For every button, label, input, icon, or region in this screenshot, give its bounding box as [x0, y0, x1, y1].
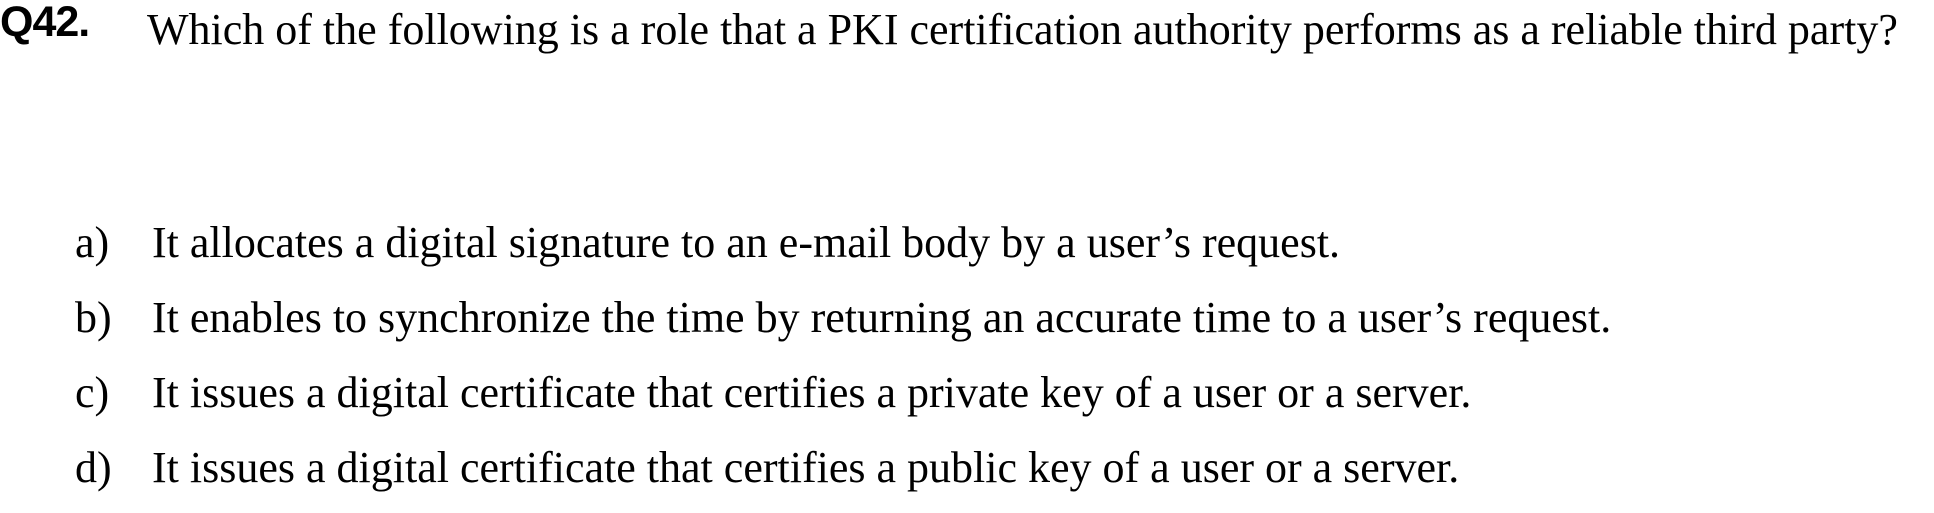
- option-d[interactable]: d) It issues a digital certificate that c…: [75, 438, 1611, 513]
- option-text: It allocates a digital signature to an e…: [152, 218, 1341, 267]
- option-text: It issues a digital certificate that cer…: [152, 443, 1460, 492]
- question-number: Q42.: [0, 0, 90, 46]
- option-label: c): [75, 368, 110, 417]
- option-a[interactable]: a) It allocates a digital signature to an…: [75, 213, 1611, 288]
- answer-options: a) It allocates a digital signature to an…: [75, 213, 1611, 513]
- option-text: It issues a digital certificate that cer…: [152, 368, 1472, 417]
- question-page: Q42. Which of the following is a role th…: [0, 0, 1934, 497]
- option-label: b): [75, 293, 112, 342]
- question-text: Which of the following is a role that a …: [147, 5, 1898, 54]
- option-c[interactable]: c) It issues a digital certificate that c…: [75, 363, 1611, 438]
- option-b[interactable]: b) It enables to synchronize the time by …: [75, 288, 1611, 363]
- option-label: a): [75, 218, 110, 267]
- option-text: It enables to synchronize the time by re…: [152, 293, 1612, 342]
- option-label: d): [75, 443, 112, 492]
